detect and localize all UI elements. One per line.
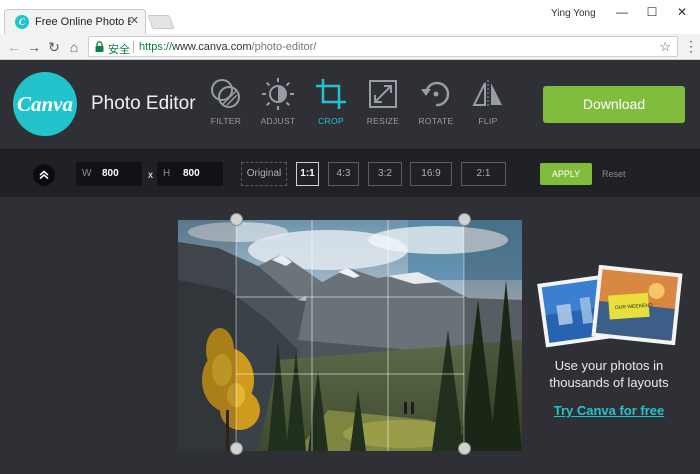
minimize-icon[interactable]: — [612,5,632,19]
address-separator [133,41,134,53]
canva-favicon-icon: C [15,15,29,29]
tool-rotate[interactable]: ROTATE [408,77,464,126]
ratio-1-1-button[interactable]: 1:1 [296,162,319,186]
editor-canvas: OUR WEEKEND Use your photos in thousands… [0,197,700,474]
height-label: H [163,168,171,179]
address-bar[interactable]: 安全 https://www.canva.com/photo-editor/ ☆ [88,36,678,57]
resize-icon [369,80,397,108]
promo-tagline: Use your photos in thousands of layouts [538,357,680,391]
page-title: Photo Editor [91,93,196,114]
browser-tab[interactable]: C Free Online Photo Edito ✕ [4,9,146,34]
new-tab-button[interactable] [147,15,175,29]
reset-link[interactable]: Reset [602,169,626,179]
back-arrow-icon[interactable]: ← [6,39,22,55]
profile-name[interactable]: Ying Yong [551,8,596,19]
ratio-original-button[interactable]: Original [241,162,287,186]
width-label: W [82,168,92,179]
tab-close-icon[interactable]: ✕ [130,14,139,27]
adjust-icon [262,78,294,110]
photo-canvas[interactable] [178,220,522,451]
ratio-16-9-button[interactable]: 16:9 [410,162,452,186]
height-value: 800 [183,168,200,179]
promo-layouts-illustration: OUR WEEKEND [537,265,683,348]
browser-titlebar: C Free Online Photo Edito ✕ Ying Yong — … [0,0,700,34]
forward-arrow-icon[interactable]: → [26,39,42,55]
browser-toolbar: ← → ↻ ⌂ 安全 https://www.canva.com/photo-e… [0,34,700,60]
url-scheme: https:// [139,41,173,53]
width-input[interactable]: W 800 [76,162,142,186]
bookmark-star-icon[interactable]: ☆ [659,39,671,55]
tool-filter[interactable]: FILTER [198,77,254,126]
ratio-2-1-button[interactable]: 2:1 [461,162,506,186]
tool-adjust-label: ADJUST [260,116,296,126]
filter-icon [211,79,240,108]
tool-flip[interactable]: FLIP [460,77,516,126]
maximize-icon[interactable]: ☐ [642,5,662,19]
collapse-toolbar-button[interactable] [33,164,55,186]
canva-logo[interactable]: Canva [13,72,77,136]
ratio-3-2-button[interactable]: 3:2 [368,162,402,186]
promo-line-1: Use your photos in [554,358,664,373]
crop-handle-bottom-left[interactable] [230,442,243,455]
tool-crop[interactable]: CROP [303,77,359,126]
home-icon[interactable]: ⌂ [66,39,82,55]
window-close-icon[interactable]: ✕ [672,5,692,19]
tool-flip-label: FLIP [478,116,498,126]
url-path: /photo-editor/ [251,41,317,53]
reload-icon[interactable]: ↻ [46,39,62,55]
lock-icon [95,41,104,52]
tool-rotate-label: ROTATE [418,116,454,126]
tool-crop-label: CROP [318,116,344,126]
tool-resize-label: RESIZE [366,116,400,126]
ratio-4-3-button[interactable]: 4:3 [328,162,359,186]
crop-icon [316,79,346,109]
width-value: 800 [102,168,119,179]
editor-header: Canva Photo Editor FILTER ADJUST CROP RE… [0,60,700,149]
dimension-separator: x [148,170,153,181]
height-input[interactable]: H 800 [157,162,223,186]
url-text: https://www.canva.com/photo-editor/ [139,41,316,53]
secure-label: 安全 [108,44,130,56]
crop-handle-top-left[interactable] [230,213,243,226]
rotate-icon [421,81,450,107]
flip-icon [472,80,502,108]
url-host: www.canva.com [172,41,252,53]
tool-adjust[interactable]: ADJUST [250,77,306,126]
download-button[interactable]: Download [543,86,685,123]
landscape-photo [178,220,522,451]
tool-filter-label: FILTER [210,116,242,126]
browser-menu-icon[interactable]: ⋮ [684,38,698,54]
crop-handle-top-right[interactable] [458,213,471,226]
tab-title: Free Online Photo Edito [35,16,131,28]
crop-handle-bottom-right[interactable] [458,442,471,455]
tool-resize[interactable]: RESIZE [355,77,411,126]
apply-button[interactable]: APPLY [540,163,592,185]
try-canva-link[interactable]: Try Canva for free [538,403,680,418]
chevron-up-icon [39,170,49,180]
promo-line-2: thousands of layouts [549,375,669,390]
crop-options-bar: W 800 x H 800 Original 1:1 4:3 3:2 16:9 … [0,149,700,197]
